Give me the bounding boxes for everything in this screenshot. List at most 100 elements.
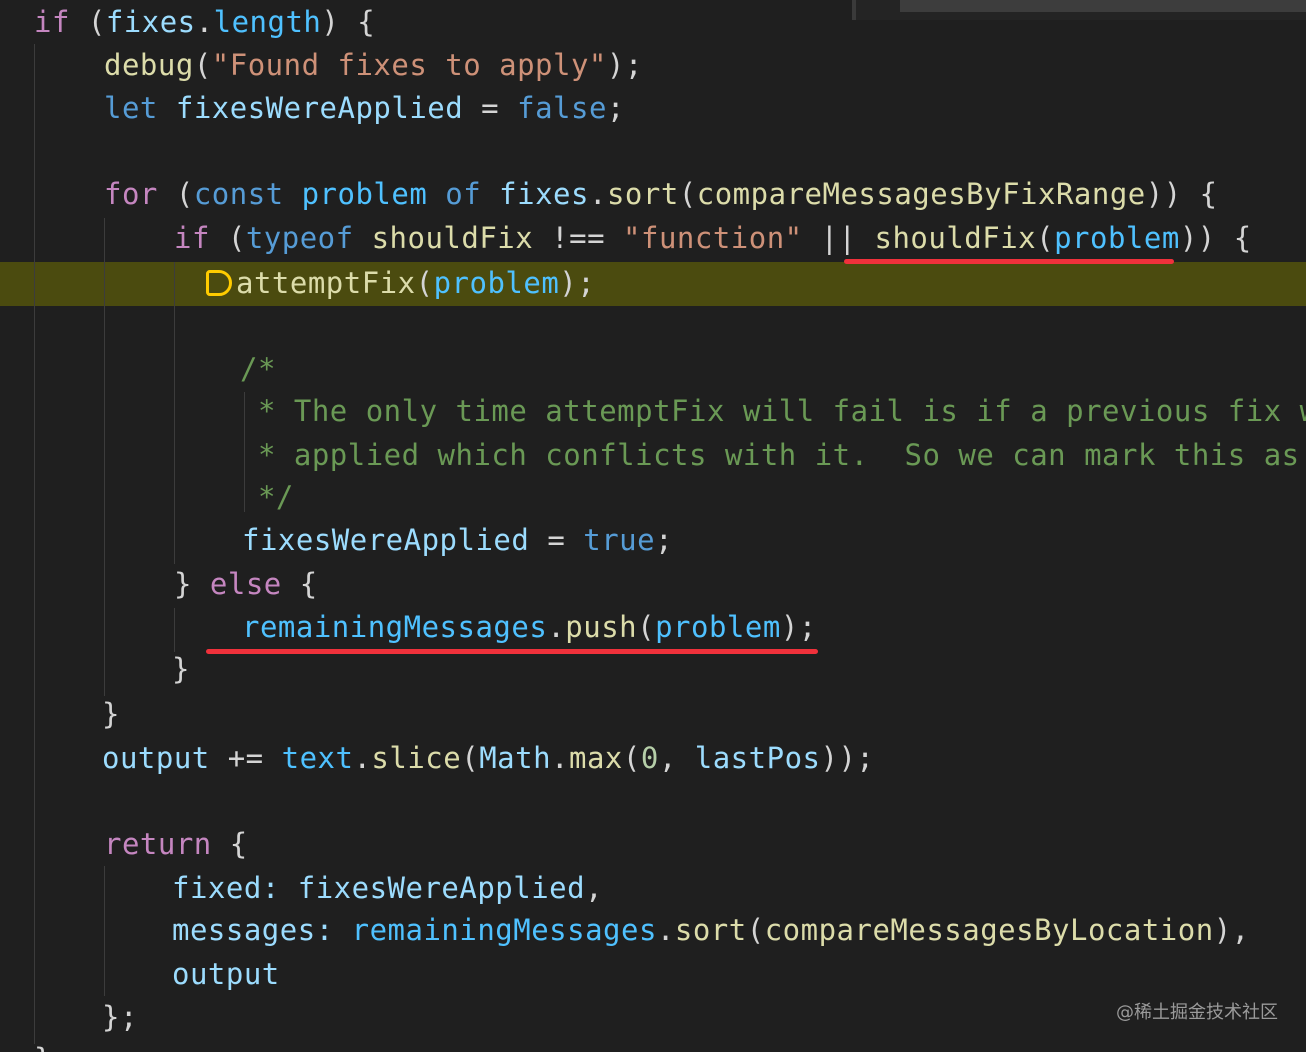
token-variable: fixesWereApplied (242, 523, 530, 557)
code-line-16[interactable]: } (172, 648, 190, 691)
code-line-2[interactable]: debug("Found fixes to apply"); (104, 44, 643, 87)
token-operator: += (209, 741, 282, 775)
token-punct: )); (820, 741, 875, 775)
code-line-9[interactable]: /* (240, 348, 276, 391)
token-function: compareMessagesByFixRange (696, 177, 1146, 211)
token-storage: const (193, 177, 284, 211)
token-punct: { (281, 567, 318, 601)
debug-stackframe-icon[interactable] (206, 270, 232, 296)
token-function: slice (371, 741, 462, 775)
code-line-22[interactable]: messages: remainingMessages.sort(compare… (172, 909, 1250, 952)
token-keyword: for (104, 177, 158, 211)
token-literal: false (517, 91, 607, 125)
code-line-23[interactable]: output (172, 953, 280, 996)
token-punct: } (174, 567, 210, 601)
token-punct: : (261, 871, 298, 905)
token-variable: problem (655, 610, 781, 644)
code-line-6[interactable]: if (typeof shouldFix !== "function" || s… (174, 217, 1252, 260)
token-punct: ) { (321, 5, 376, 39)
token-string: "Found fixes to apply" (211, 48, 607, 82)
token-variable: output (102, 741, 210, 775)
code-line-14[interactable]: } else { (174, 563, 318, 606)
horizontal-scrollbar-thumb[interactable] (900, 0, 1306, 12)
code-line-20[interactable]: return { (104, 823, 248, 866)
token-variable: fixesWereApplied (175, 91, 464, 125)
token-punct: , (658, 741, 695, 775)
current-line-highlight (0, 262, 1306, 306)
token-variable: fixes (105, 5, 196, 39)
code-line-1[interactable]: if (fixes.length) { (34, 1, 375, 44)
code-line-18[interactable]: output += text.slice(Math.max(0, lastPos… (102, 737, 874, 780)
token-function: shouldFix (371, 221, 534, 255)
indent-guide (174, 608, 175, 652)
token-punct: ( (461, 741, 480, 775)
watermark: @稀土掘金技术社区 (1116, 1002, 1278, 1023)
token-storage: typeof (245, 221, 354, 255)
token-punct: ( (415, 266, 434, 300)
code-line-10[interactable]: * The only time attemptFix will fail is … (240, 390, 1306, 433)
token-variable: Math (479, 741, 552, 775)
code-editor[interactable]: if (fixes.length) { debug("Found fixes t… (0, 0, 1306, 1052)
indent-guide (34, 44, 35, 1044)
code-line-21[interactable]: fixed: fixesWereApplied, (172, 867, 603, 910)
token-function: max (569, 741, 623, 775)
token-operator: = (529, 523, 584, 557)
code-line-24[interactable]: }; (102, 996, 138, 1039)
token-punct: ), (1213, 913, 1250, 947)
token-operator: = (463, 91, 518, 125)
code-line-13[interactable]: fixesWereApplied = true; (242, 519, 673, 562)
token-variable: lastPos (694, 741, 821, 775)
code-line-3[interactable]: let fixesWereApplied = false; (104, 87, 625, 130)
token-punct: { (211, 827, 248, 861)
token-function: shouldFix (874, 221, 1037, 255)
token-punct: ( (622, 741, 641, 775)
token-punct: . (353, 741, 372, 775)
token-function: compareMessagesByLocation (764, 913, 1214, 947)
token-function: debug (104, 48, 194, 82)
token-literal: true (583, 523, 656, 557)
token-keyword: if (34, 5, 70, 39)
token-variable: problem (301, 177, 428, 211)
code-line-25[interactable]: } (34, 1038, 52, 1052)
token-punct: . (588, 177, 607, 211)
token-punct: ); (780, 610, 817, 644)
token-punct: ); (559, 266, 596, 300)
code-line-7[interactable]: attemptFix(problem); (206, 262, 595, 305)
token-punct: ( (637, 610, 656, 644)
token-variable: text (281, 741, 354, 775)
code-line-17[interactable]: } (102, 693, 120, 736)
code-line-15[interactable]: remainingMessages.push(problem); (242, 606, 817, 649)
code-line-12[interactable]: */ (240, 476, 294, 519)
annotation-underline (844, 259, 1174, 264)
token-operator: !== (533, 221, 624, 255)
token-keyword: return (104, 827, 212, 861)
token-variable: remainingMessages (242, 610, 548, 644)
token-punct: . (551, 741, 570, 775)
token-punct: , (585, 871, 604, 905)
token-punct: ( (193, 48, 212, 82)
token-variable: problem (1054, 221, 1180, 255)
token-keyword: if (174, 221, 210, 255)
token-punct: )) { (1179, 221, 1252, 255)
token-variable: problem (433, 266, 560, 300)
token-punct: . (547, 610, 566, 644)
token-punct: . (656, 913, 675, 947)
token-punct: ( (209, 221, 246, 255)
token-string: "function" (623, 221, 803, 255)
code-line-5[interactable]: for (const problem of fixes.sort(compare… (104, 173, 1218, 216)
token-operator: || (802, 221, 875, 255)
indent-guide (174, 262, 175, 564)
token-punct: ( (746, 913, 765, 947)
token-punct: ( (678, 177, 697, 211)
indent-guide (104, 866, 105, 996)
token-punct: ( (69, 5, 106, 39)
token-punct: ; (606, 91, 625, 125)
token-punct: ( (157, 177, 194, 211)
code-line-11[interactable]: * applied which conflicts with it. So we… (240, 434, 1306, 477)
token-number: 0 (640, 741, 659, 775)
token-function: attemptFix (236, 266, 416, 300)
token-property: messages (172, 913, 316, 947)
